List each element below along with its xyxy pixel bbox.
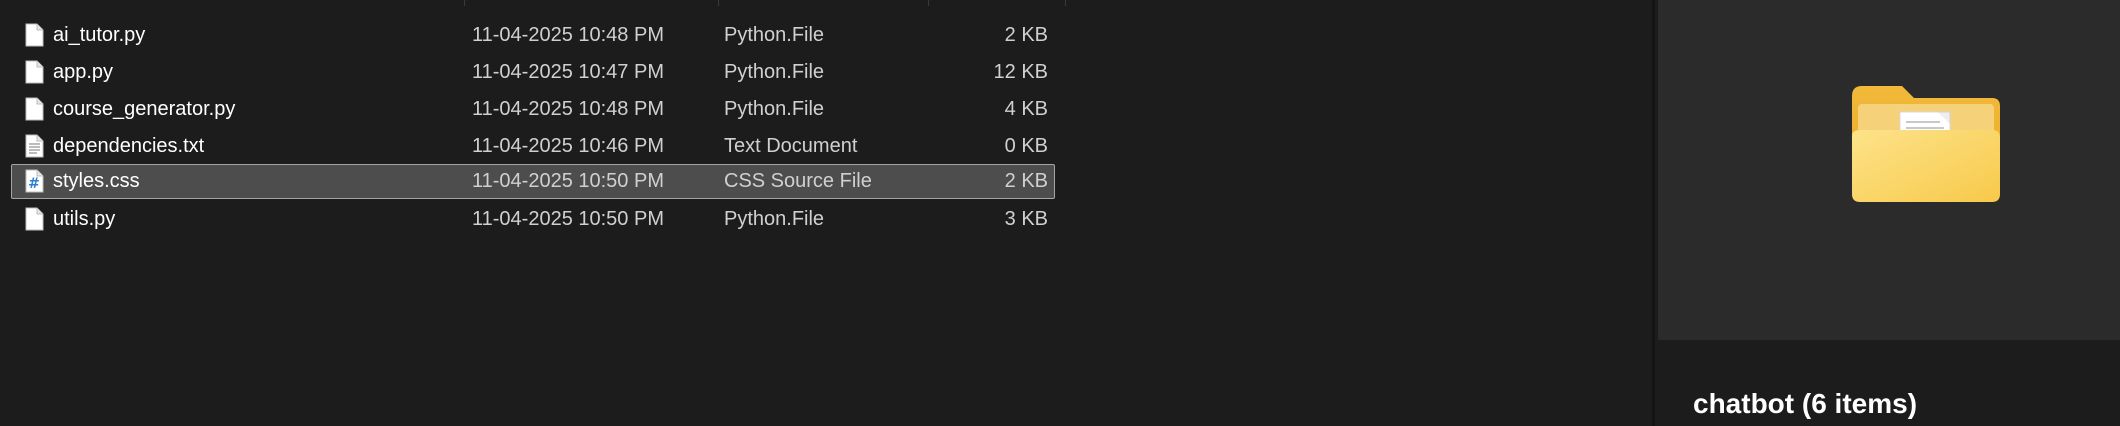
file-name: course_generator.py — [53, 98, 236, 120]
column-divider-end[interactable] — [1065, 0, 1066, 6]
file-type: Python.File — [724, 61, 825, 83]
file-size: 2 KB — [1004, 170, 1048, 192]
file-row-course-generator[interactable]: course_generator.py 11-04-2025 10:48 PM … — [11, 92, 1055, 127]
folder-icon — [1852, 86, 2000, 202]
file-name: dependencies.txt — [53, 135, 205, 157]
file-date-modified: 11-04-2025 10:48 PM — [472, 24, 664, 46]
file-size: 4 KB — [1004, 98, 1048, 120]
file-type: CSS Source File — [724, 170, 872, 192]
column-divider-type[interactable] — [718, 0, 719, 6]
file-date-modified: 11-04-2025 10:50 PM — [472, 208, 664, 230]
file-row-styles-selected[interactable]: # styles.css 11-04-2025 10:50 PM CSS Sou… — [11, 164, 1055, 199]
file-size: 2 KB — [1004, 24, 1048, 46]
file-size: 12 KB — [993, 61, 1048, 83]
file-row-ai-tutor[interactable]: ai_tutor.py 11-04-2025 10:48 PM Python.F… — [11, 18, 1055, 53]
css-file-icon: # — [25, 169, 44, 193]
file-date-modified: 11-04-2025 10:46 PM — [472, 135, 664, 157]
file-size: 3 KB — [1004, 208, 1048, 230]
document-icon — [25, 97, 44, 121]
file-date-modified: 11-04-2025 10:48 PM — [472, 98, 664, 120]
file-name: styles.css — [53, 170, 140, 192]
file-type: Python.File — [724, 24, 825, 46]
file-type: Python.File — [724, 98, 825, 120]
file-name: ai_tutor.py — [53, 24, 146, 46]
file-date-modified: 11-04-2025 10:47 PM — [472, 61, 664, 83]
svg-text:#: # — [28, 176, 40, 192]
preview-area — [1658, 0, 2120, 340]
document-icon — [25, 60, 44, 84]
file-type: Python.File — [724, 208, 825, 230]
details-folder-title: chatbot (6 items) — [1693, 388, 1918, 419]
text-document-icon — [25, 134, 44, 158]
file-row-utils[interactable]: utils.py 11-04-2025 10:50 PM Python.File… — [11, 202, 1055, 237]
file-row-app[interactable]: app.py 11-04-2025 10:47 PM Python.File 1… — [11, 55, 1055, 90]
column-divider-size[interactable] — [928, 0, 929, 6]
column-divider-date[interactable] — [464, 0, 465, 6]
document-icon — [25, 207, 44, 231]
file-size: 0 KB — [1004, 135, 1048, 157]
file-explorer-window: ai_tutor.py 11-04-2025 10:48 PM Python.F… — [0, 0, 2120, 426]
file-name: app.py — [53, 61, 114, 83]
file-name: utils.py — [53, 208, 116, 230]
file-date-modified: 11-04-2025 10:50 PM — [472, 170, 664, 192]
file-type: Text Document — [724, 135, 858, 157]
file-list-pane[interactable]: ai_tutor.py 11-04-2025 10:48 PM Python.F… — [0, 0, 1652, 426]
file-row-dependencies[interactable]: dependencies.txt 11-04-2025 10:46 PM Tex… — [11, 129, 1055, 164]
details-pane: chatbot (6 items) — [1655, 0, 2120, 426]
document-icon — [25, 23, 44, 47]
